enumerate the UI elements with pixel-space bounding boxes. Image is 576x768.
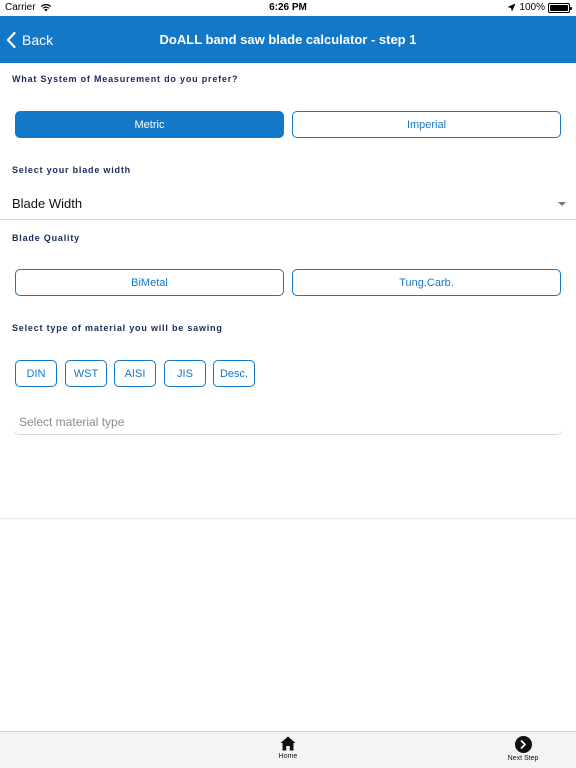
- blade-width-value: Blade Width: [12, 196, 83, 211]
- desc-button[interactable]: Desc.: [213, 360, 255, 387]
- page-title: DoALL band saw blade calculator - step 1: [159, 32, 417, 47]
- tungsten-carbide-button[interactable]: Tung.Carb.: [292, 269, 561, 296]
- home-icon: [280, 736, 296, 751]
- blade-width-label: Select your blade width: [12, 165, 131, 175]
- caret-down-icon: [558, 202, 566, 206]
- status-right: 100%: [507, 2, 572, 13]
- jis-button[interactable]: JIS: [164, 360, 206, 387]
- status-time: 6:26 PM: [269, 2, 307, 13]
- blade-width-select[interactable]: Blade Width: [0, 188, 576, 220]
- blade-quality-label: Blade Quality: [12, 233, 80, 243]
- home-label: Home: [278, 753, 298, 760]
- measurement-label: What System of Measurement do you prefer…: [12, 74, 239, 84]
- bimetal-button[interactable]: BiMetal: [15, 269, 284, 296]
- next-step-label: Next Step: [507, 755, 539, 762]
- next-step-tab[interactable]: Next Step: [502, 736, 544, 762]
- next-step-icon: [514, 736, 532, 753]
- location-arrow-icon: [507, 3, 516, 12]
- battery-percent: 100%: [519, 2, 545, 13]
- battery-icon: [548, 2, 572, 13]
- nav-bar: Back DoALL band saw blade calculator - s…: [0, 16, 576, 63]
- home-tab[interactable]: Home: [274, 736, 302, 760]
- material-type-input[interactable]: [12, 410, 564, 435]
- tab-bar: Home Next Step: [0, 731, 576, 768]
- wst-button[interactable]: WST: [65, 360, 107, 387]
- metric-button[interactable]: Metric: [15, 111, 284, 138]
- material-label: Select type of material you will be sawi…: [12, 323, 223, 333]
- status-bar: Carrier 6:26 PM 100%: [0, 0, 576, 16]
- aisi-button[interactable]: AISI: [114, 360, 156, 387]
- content-divider: [0, 518, 576, 519]
- imperial-button[interactable]: Imperial: [292, 111, 561, 138]
- din-button[interactable]: DIN: [15, 360, 57, 387]
